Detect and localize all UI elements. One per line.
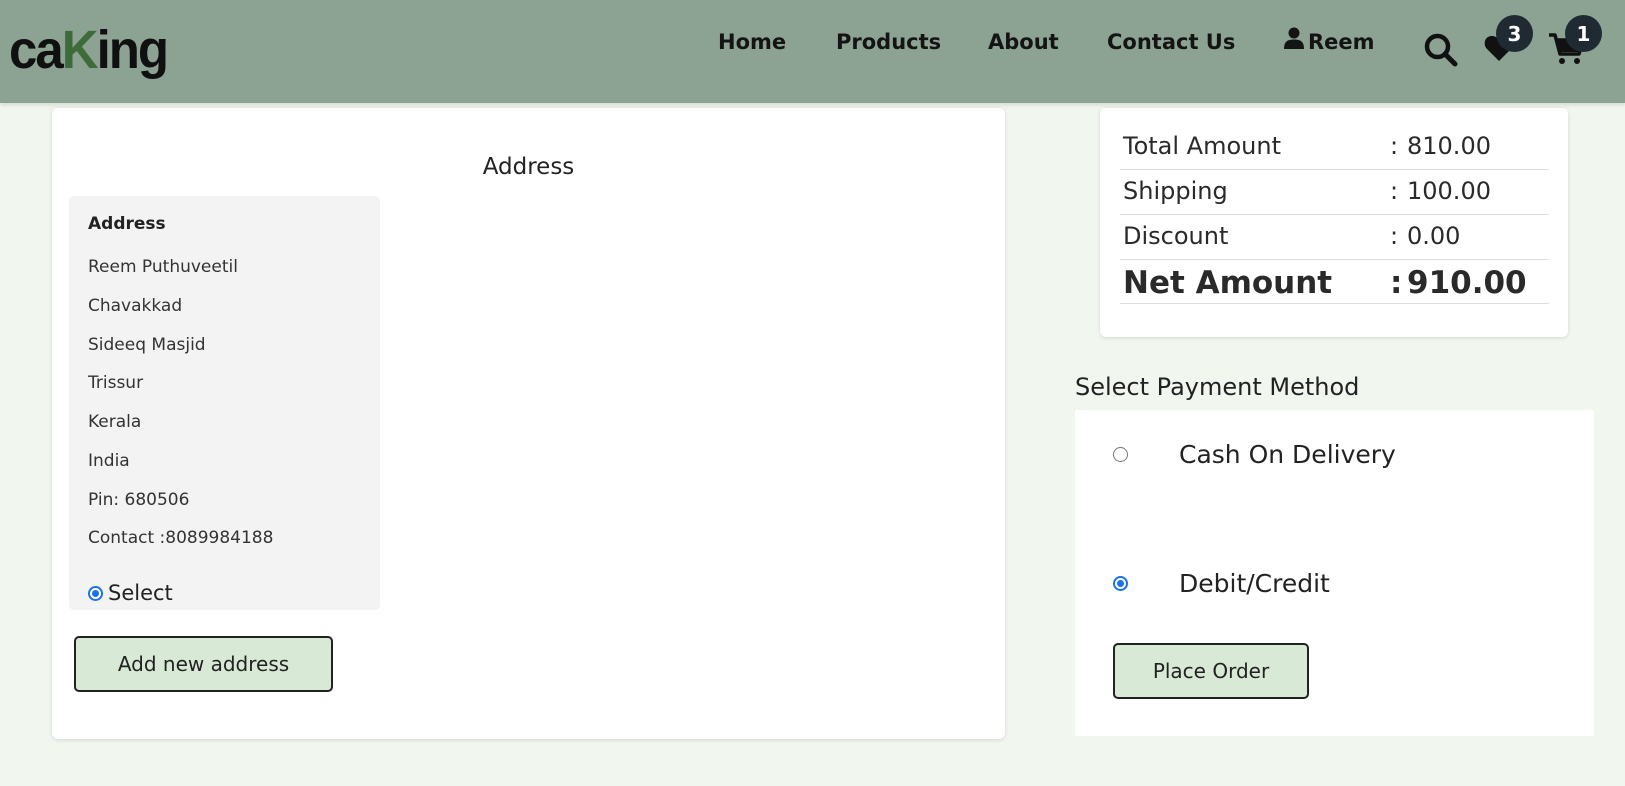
logo[interactable]: caKing bbox=[9, 19, 169, 80]
cod-radio[interactable] bbox=[1113, 447, 1128, 462]
select-address-radio[interactable] bbox=[88, 585, 103, 601]
nav-products[interactable]: Products bbox=[836, 27, 941, 57]
net-amount-row: Net Amount : 910.00 bbox=[1120, 260, 1549, 304]
shipping-row: Shipping : 100.00 bbox=[1120, 170, 1549, 215]
discount-label: Discount bbox=[1123, 222, 1229, 250]
total-amount-label: Total Amount bbox=[1123, 132, 1281, 160]
logo-text-2: K bbox=[61, 19, 99, 80]
navbar: caKing Home Products About Contact Us Re… bbox=[0, 0, 1625, 103]
address-pin: Pin: 680506 bbox=[88, 490, 190, 510]
address-line: India bbox=[88, 451, 130, 471]
shipping-value: 100.00 bbox=[1407, 177, 1491, 205]
order-summary-card: Total Amount : 810.00 Shipping : 100.00 … bbox=[1100, 108, 1568, 337]
nav-contact-us[interactable]: Contact Us bbox=[1107, 27, 1235, 57]
address-line: Trissur bbox=[88, 373, 144, 393]
address-line: Sideeq Masjid bbox=[88, 335, 206, 355]
place-order-button[interactable]: Place Order bbox=[1113, 643, 1309, 699]
net-amount-value: 910.00 bbox=[1407, 265, 1527, 301]
net-amount-label: Net Amount bbox=[1123, 265, 1333, 301]
address-line: Kerala bbox=[88, 412, 142, 432]
address-heading: Address bbox=[88, 214, 166, 234]
discount-row: Discount : 0.00 bbox=[1120, 215, 1549, 260]
user-account-link[interactable]: Reem bbox=[1284, 27, 1375, 57]
cart-count-badge: 1 bbox=[1565, 15, 1602, 52]
discount-colon: : bbox=[1390, 222, 1399, 250]
payment-method-title: Select Payment Method bbox=[1075, 373, 1360, 401]
payment-option-card[interactable]: Debit/Credit bbox=[1113, 569, 1330, 598]
address-card: Address Address Reem Puthuveetil Chavakk… bbox=[52, 108, 1005, 739]
shipping-colon: : bbox=[1390, 177, 1399, 205]
total-amount-colon: : bbox=[1390, 132, 1399, 160]
search-icon[interactable] bbox=[1424, 33, 1458, 71]
logo-text-3: ing bbox=[96, 19, 169, 80]
shipping-label: Shipping bbox=[1123, 177, 1228, 205]
debit-credit-radio[interactable] bbox=[1113, 576, 1128, 591]
total-amount-value: 810.00 bbox=[1407, 132, 1491, 160]
debit-credit-label: Debit/Credit bbox=[1179, 569, 1330, 598]
add-new-address-button[interactable]: Add new address bbox=[74, 636, 333, 692]
logo-text-1: ca bbox=[9, 19, 64, 80]
payment-method-card: Cash On Delivery Debit/Credit Place Orde… bbox=[1075, 410, 1594, 736]
user-name: Reem bbox=[1308, 30, 1375, 54]
nav-about[interactable]: About bbox=[988, 27, 1059, 57]
select-address-label: Select bbox=[108, 581, 173, 605]
address-line: Reem Puthuveetil bbox=[88, 257, 238, 277]
user-icon bbox=[1284, 27, 1304, 57]
net-amount-colon: : bbox=[1390, 265, 1403, 301]
payment-option-cod[interactable]: Cash On Delivery bbox=[1113, 440, 1396, 469]
total-amount-row: Total Amount : 810.00 bbox=[1120, 125, 1549, 170]
discount-value: 0.00 bbox=[1407, 222, 1461, 250]
nav-home[interactable]: Home bbox=[718, 27, 786, 57]
address-line: Chavakkad bbox=[88, 296, 183, 316]
cod-label: Cash On Delivery bbox=[1179, 440, 1396, 469]
saved-address: Address Reem Puthuveetil Chavakkad Sidee… bbox=[69, 196, 380, 610]
select-address-option[interactable]: Select bbox=[88, 581, 173, 605]
address-contact: Contact :8089984188 bbox=[88, 528, 274, 548]
wishlist-count-badge: 3 bbox=[1496, 15, 1533, 52]
address-section-title: Address bbox=[482, 154, 575, 180]
